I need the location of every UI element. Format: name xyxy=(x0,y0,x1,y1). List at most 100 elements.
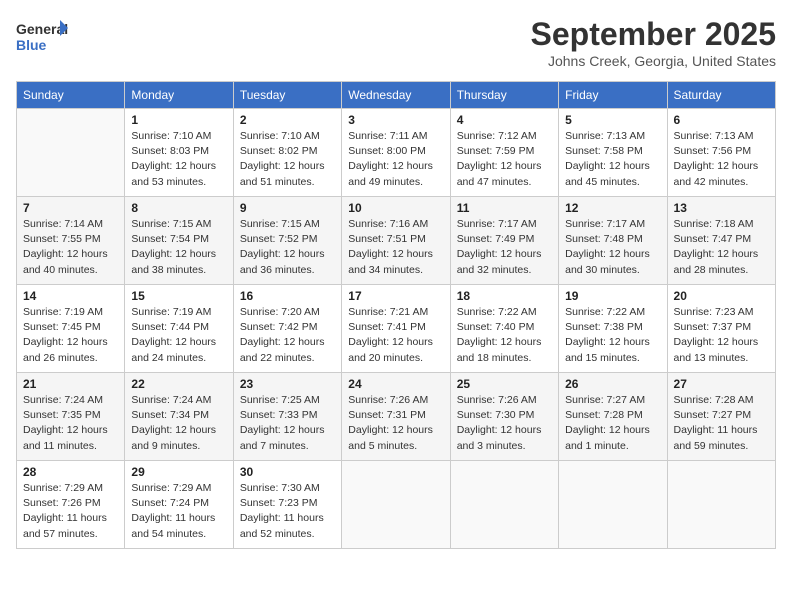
month-title: September 2025 xyxy=(531,16,776,53)
calendar-cell: 15Sunrise: 7:19 AMSunset: 7:44 PMDayligh… xyxy=(125,285,233,373)
cell-sun-info: Sunrise: 7:12 AMSunset: 7:59 PMDaylight:… xyxy=(457,129,552,190)
calendar-cell: 16 Sunrise: 7:20 AMSunset: 7:42 PMDayligh… xyxy=(233,285,341,373)
day-number: 1 xyxy=(131,113,226,127)
calendar-cell: 12 Sunrise: 7:17 AMSunset: 7:48 PMDayligh… xyxy=(559,197,667,285)
calendar-cell: 1 Sunrise: 7:10 AMSunset: 8:03 PMDaylight… xyxy=(125,109,233,197)
calendar-cell: 28 Sunrise: 7:29 AMSunset: 7:26 PMDayligh… xyxy=(17,461,125,549)
cell-sun-info: Sunrise: 7:25 AMSunset: 7:33 PMDaylight:… xyxy=(240,393,335,454)
calendar-cell: 20 Sunrise: 7:23 AMSunset: 7:37 PMDayligh… xyxy=(667,285,775,373)
cell-sun-info: Sunrise: 7:19 AMSunset: 7:45 PMDaylight:… xyxy=(23,305,118,366)
svg-text:Blue: Blue xyxy=(16,37,47,53)
calendar-cell: 22 Sunrise: 7:24 AMSunset: 7:34 PMDayligh… xyxy=(125,373,233,461)
day-number: 5 xyxy=(565,113,660,127)
day-number: 8 xyxy=(131,201,226,215)
cell-sun-info: Sunrise: 7:28 AMSunset: 7:27 PMDaylight:… xyxy=(674,393,769,454)
weekday-header-wednesday: Wednesday xyxy=(342,82,450,109)
day-number: 25 xyxy=(457,377,552,391)
title-block: September 2025 Johns Creek, Georgia, Uni… xyxy=(531,16,776,69)
day-number: 3 xyxy=(348,113,443,127)
day-number: 30 xyxy=(240,465,335,479)
day-number: 29 xyxy=(131,465,226,479)
cell-sun-info: Sunrise: 7:22 AMSunset: 7:38 PMDaylight:… xyxy=(565,305,660,366)
calendar-table: SundayMondayTuesdayWednesdayThursdayFrid… xyxy=(16,81,776,549)
day-number: 26 xyxy=(565,377,660,391)
calendar-cell: 4Sunrise: 7:12 AMSunset: 7:59 PMDaylight… xyxy=(450,109,558,197)
day-number: 27 xyxy=(674,377,769,391)
calendar-cell: 5 Sunrise: 7:13 AMSunset: 7:58 PMDaylight… xyxy=(559,109,667,197)
cell-sun-info: Sunrise: 7:18 AMSunset: 7:47 PMDaylight:… xyxy=(674,217,769,278)
day-number: 22 xyxy=(131,377,226,391)
calendar-cell: 9Sunrise: 7:15 AMSunset: 7:52 PMDaylight… xyxy=(233,197,341,285)
cell-sun-info: Sunrise: 7:30 AMSunset: 7:23 PMDaylight:… xyxy=(240,481,335,542)
calendar-cell: 23 Sunrise: 7:25 AMSunset: 7:33 PMDayligh… xyxy=(233,373,341,461)
cell-sun-info: Sunrise: 7:24 AMSunset: 7:35 PMDaylight:… xyxy=(23,393,118,454)
calendar-cell: 26 Sunrise: 7:27 AMSunset: 7:28 PMDayligh… xyxy=(559,373,667,461)
day-number: 11 xyxy=(457,201,552,215)
cell-sun-info: Sunrise: 7:14 AMSunset: 7:55 PMDaylight:… xyxy=(23,217,118,278)
cell-sun-info: Sunrise: 7:11 AMSunset: 8:00 PMDaylight:… xyxy=(348,129,443,190)
calendar-cell: 8Sunrise: 7:15 AMSunset: 7:54 PMDaylight… xyxy=(125,197,233,285)
cell-sun-info: Sunrise: 7:22 AMSunset: 7:40 PMDaylight:… xyxy=(457,305,552,366)
calendar-cell: 21 Sunrise: 7:24 AMSunset: 7:35 PMDayligh… xyxy=(17,373,125,461)
logo-icon: General Blue xyxy=(16,16,64,56)
day-number: 13 xyxy=(674,201,769,215)
day-number: 28 xyxy=(23,465,118,479)
calendar-cell: 3 Sunrise: 7:11 AMSunset: 8:00 PMDaylight… xyxy=(342,109,450,197)
day-number: 17 xyxy=(348,289,443,303)
calendar-cell: 14 Sunrise: 7:19 AMSunset: 7:45 PMDayligh… xyxy=(17,285,125,373)
calendar-cell: 7 Sunrise: 7:14 AMSunset: 7:55 PMDaylight… xyxy=(17,197,125,285)
calendar-cell: 29 Sunrise: 7:29 AMSunset: 7:24 PMDayligh… xyxy=(125,461,233,549)
calendar-cell xyxy=(667,461,775,549)
calendar-cell xyxy=(342,461,450,549)
cell-sun-info: Sunrise: 7:20 AMSunset: 7:42 PMDaylight:… xyxy=(240,305,335,366)
calendar-cell: 19 Sunrise: 7:22 AMSunset: 7:38 PMDayligh… xyxy=(559,285,667,373)
cell-sun-info: Sunrise: 7:21 AMSunset: 7:41 PMDaylight:… xyxy=(348,305,443,366)
cell-sun-info: Sunrise: 7:23 AMSunset: 7:37 PMDaylight:… xyxy=(674,305,769,366)
calendar-cell xyxy=(450,461,558,549)
weekday-header-friday: Friday xyxy=(559,82,667,109)
calendar-cell: 10Sunrise: 7:16 AMSunset: 7:51 PMDayligh… xyxy=(342,197,450,285)
calendar-cell: 2 Sunrise: 7:10 AMSunset: 8:02 PMDaylight… xyxy=(233,109,341,197)
calendar-cell: 30 Sunrise: 7:30 AMSunset: 7:23 PMDayligh… xyxy=(233,461,341,549)
weekday-header-saturday: Saturday xyxy=(667,82,775,109)
weekday-header-tuesday: Tuesday xyxy=(233,82,341,109)
cell-sun-info: Sunrise: 7:16 AMSunset: 7:51 PMDaylight:… xyxy=(348,217,443,278)
cell-sun-info: Sunrise: 7:29 AMSunset: 7:24 PMDaylight:… xyxy=(131,481,226,542)
weekday-header-monday: Monday xyxy=(125,82,233,109)
location: Johns Creek, Georgia, United States xyxy=(531,53,776,69)
calendar-cell xyxy=(559,461,667,549)
day-number: 18 xyxy=(457,289,552,303)
day-number: 24 xyxy=(348,377,443,391)
day-number: 14 xyxy=(23,289,118,303)
day-number: 19 xyxy=(565,289,660,303)
calendar-cell: 6Sunrise: 7:13 AMSunset: 7:56 PMDaylight… xyxy=(667,109,775,197)
calendar-cell: 25 Sunrise: 7:26 AMSunset: 7:30 PMDayligh… xyxy=(450,373,558,461)
calendar-cell: 13 Sunrise: 7:18 AMSunset: 7:47 PMDayligh… xyxy=(667,197,775,285)
cell-sun-info: Sunrise: 7:29 AMSunset: 7:26 PMDaylight:… xyxy=(23,481,118,542)
calendar-cell: 18 Sunrise: 7:22 AMSunset: 7:40 PMDayligh… xyxy=(450,285,558,373)
day-number: 9 xyxy=(240,201,335,215)
day-number: 12 xyxy=(565,201,660,215)
calendar-cell xyxy=(17,109,125,197)
cell-sun-info: Sunrise: 7:17 AMSunset: 7:48 PMDaylight:… xyxy=(565,217,660,278)
cell-sun-info: Sunrise: 7:26 AMSunset: 7:30 PMDaylight:… xyxy=(457,393,552,454)
cell-sun-info: Sunrise: 7:10 AMSunset: 8:03 PMDaylight:… xyxy=(131,129,226,190)
calendar-cell: 27 Sunrise: 7:28 AMSunset: 7:27 PMDayligh… xyxy=(667,373,775,461)
day-number: 16 xyxy=(240,289,335,303)
day-number: 20 xyxy=(674,289,769,303)
day-number: 6 xyxy=(674,113,769,127)
calendar-cell: 11Sunrise: 7:17 AMSunset: 7:49 PMDayligh… xyxy=(450,197,558,285)
day-number: 2 xyxy=(240,113,335,127)
cell-sun-info: Sunrise: 7:26 AMSunset: 7:31 PMDaylight:… xyxy=(348,393,443,454)
calendar-cell: 17 Sunrise: 7:21 AMSunset: 7:41 PMDayligh… xyxy=(342,285,450,373)
cell-sun-info: Sunrise: 7:10 AMSunset: 8:02 PMDaylight:… xyxy=(240,129,335,190)
day-number: 7 xyxy=(23,201,118,215)
calendar-cell: 24 Sunrise: 7:26 AMSunset: 7:31 PMDayligh… xyxy=(342,373,450,461)
day-number: 21 xyxy=(23,377,118,391)
cell-sun-info: Sunrise: 7:13 AMSunset: 7:58 PMDaylight:… xyxy=(565,129,660,190)
weekday-header-sunday: Sunday xyxy=(17,82,125,109)
cell-sun-info: Sunrise: 7:24 AMSunset: 7:34 PMDaylight:… xyxy=(131,393,226,454)
logo: General Blue xyxy=(16,16,68,56)
day-number: 23 xyxy=(240,377,335,391)
cell-sun-info: Sunrise: 7:27 AMSunset: 7:28 PMDaylight:… xyxy=(565,393,660,454)
